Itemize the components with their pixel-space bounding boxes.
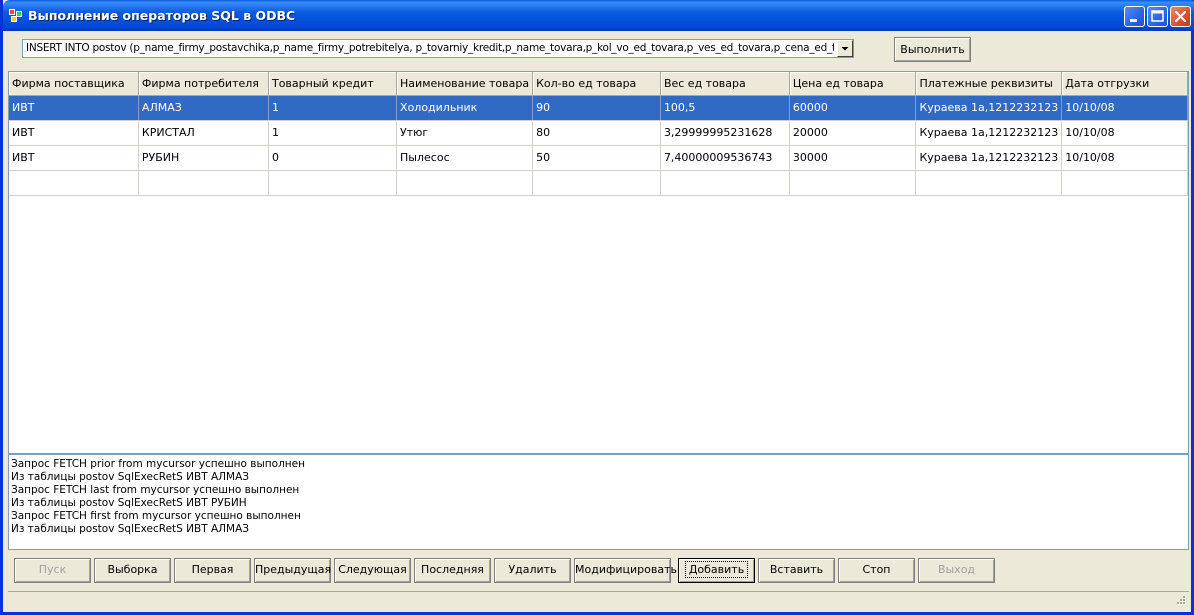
table-cell[interactable]: Кураева 1а,1212232123 — [915, 120, 1063, 146]
table-cell[interactable]: 10/10/08 — [1061, 95, 1188, 121]
previous-button[interactable]: Предыдущая — [254, 558, 331, 583]
table-cell[interactable]: Кураева 1а,1212232123 — [915, 145, 1063, 171]
app-icon[interactable] — [9, 9, 23, 23]
table-cell[interactable]: 10/10/08 — [1061, 120, 1188, 146]
last-button[interactable]: Последняя — [414, 558, 491, 583]
table-cell[interactable]: 100,5 — [660, 95, 790, 121]
table-cell[interactable] — [660, 170, 790, 196]
table-cell[interactable]: Утюг — [396, 120, 534, 146]
data-table: Фирма поставщика Фирма потребителя Товар… — [9, 72, 1188, 196]
first-button[interactable]: Первая — [174, 558, 251, 583]
table-cell[interactable]: 80 — [532, 120, 661, 146]
exit-button[interactable]: Выход — [918, 558, 995, 583]
stop-button[interactable]: Стоп — [838, 558, 915, 583]
execute-button[interactable]: Выполнить — [894, 37, 971, 62]
table-row-empty[interactable] — [9, 170, 1188, 196]
table-cell[interactable]: АЛМАЗ — [138, 95, 269, 121]
sql-query-combobox[interactable]: INSERT INTO postov (p_name_firmy_postavc… — [22, 39, 854, 58]
status-bar — [8, 591, 1189, 609]
table-cell[interactable] — [268, 170, 398, 196]
column-header[interactable]: Дата отгрузки — [1061, 72, 1188, 96]
table-cell[interactable]: Холодильник — [396, 95, 534, 121]
column-header[interactable]: Фирма потребителя — [138, 72, 269, 96]
log-line: Из таблицы postov SqlExecRetS ИВТ РУБИН — [11, 497, 247, 509]
table-cell[interactable] — [396, 170, 534, 196]
insert-button[interactable]: Вставить — [758, 558, 835, 583]
table-cell[interactable]: 3,29999995231628 — [660, 120, 790, 146]
table-header-row: Фирма поставщика Фирма потребителя Товар… — [9, 72, 1188, 96]
table-cell[interactable]: Кураева 1а,1212232123 — [915, 95, 1063, 121]
table-cell[interactable] — [138, 170, 269, 196]
table-cell[interactable]: КРИСТАЛ — [138, 120, 269, 146]
select-button[interactable]: Выборка — [94, 558, 171, 583]
log-line: Запрос FETCH last from mycursor успешно … — [11, 484, 300, 496]
table-cell[interactable] — [1061, 170, 1188, 196]
table-cell[interactable]: 50 — [532, 145, 661, 171]
window-title: Выполнение операторов SQL в ODBC — [28, 8, 296, 23]
maximize-icon — [1151, 10, 1164, 22]
table-cell[interactable]: ИВТ — [9, 120, 139, 146]
minimize-button[interactable] — [1124, 6, 1145, 27]
table-row[interactable]: ИВТ РУБИН 0 Пылесос 50 7,40000009536743 … — [9, 145, 1188, 171]
table-cell[interactable]: ИВТ — [9, 95, 139, 121]
table-row[interactable]: ИВТ КРИСТАЛ 1 Утюг 80 3,29999995231628 2… — [9, 120, 1188, 146]
log-line: Запрос FETCH prior from mycursor успешно… — [11, 458, 305, 470]
close-button[interactable] — [1170, 6, 1191, 27]
maximize-button[interactable] — [1147, 6, 1168, 27]
title-bar[interactable]: Выполнение операторов SQL в ODBC — [3, 0, 1194, 31]
table-cell[interactable]: 10/10/08 — [1061, 145, 1188, 171]
add-button[interactable]: Добавить — [678, 558, 755, 583]
log-line: Из таблицы postov SqlExecRetS ИВТ АЛМАЗ — [11, 471, 250, 483]
chevron-down-icon — [841, 47, 849, 51]
table-cell[interactable]: Пылесос — [396, 145, 534, 171]
table-cell[interactable]: РУБИН — [138, 145, 269, 171]
log-line: Из таблицы postov SqlExecRetS ИВТ АЛМАЗ — [11, 523, 250, 535]
table-row[interactable]: ИВТ АЛМАЗ 1 Холодильник 90 100,5 60000 К… — [9, 95, 1188, 121]
minimize-icon — [1130, 19, 1137, 22]
main-window: Выполнение операторов SQL в ODBC INSERT … — [0, 0, 1194, 615]
column-header[interactable]: Наименование товара — [396, 72, 534, 96]
column-header[interactable]: Товарный кредит — [268, 72, 398, 96]
table-cell[interactable]: 90 — [532, 95, 661, 121]
table-cell[interactable]: 60000 — [789, 95, 917, 121]
sql-query-value[interactable]: INSERT INTO postov (p_name_firmy_postavc… — [26, 42, 834, 54]
sql-dropdown-button[interactable] — [837, 40, 853, 57]
log-line: Запрос FETCH first from mycursor успешно… — [11, 510, 301, 522]
column-header[interactable]: Вес ед товара — [660, 72, 790, 96]
log-output[interactable]: Запрос FETCH prior from mycursor успешно… — [8, 454, 1189, 550]
table-cell[interactable] — [532, 170, 661, 196]
table-cell[interactable] — [915, 170, 1063, 196]
close-icon — [1174, 10, 1187, 23]
column-header[interactable]: Платежные реквизиты — [915, 72, 1063, 96]
table-cell[interactable]: 30000 — [789, 145, 917, 171]
table-cell[interactable] — [789, 170, 917, 196]
table-cell[interactable]: 1 — [268, 120, 398, 146]
column-header[interactable]: Кол-во ед товара — [532, 72, 661, 96]
table-cell[interactable] — [9, 170, 139, 196]
column-header[interactable]: Цена ед товара — [789, 72, 917, 96]
table-cell[interactable]: 20000 — [789, 120, 917, 146]
table-cell[interactable]: 0 — [268, 145, 398, 171]
resize-grip-icon[interactable] — [1175, 596, 1187, 608]
delete-button[interactable]: Удалить — [494, 558, 571, 583]
next-button[interactable]: Следующая — [334, 558, 411, 583]
table-cell[interactable]: ИВТ — [9, 145, 139, 171]
modify-button[interactable]: Модифицировать — [574, 558, 677, 583]
data-grid[interactable]: Фирма поставщика Фирма потребителя Товар… — [8, 71, 1189, 454]
column-header[interactable]: Фирма поставщика — [9, 72, 139, 96]
table-cell[interactable]: 1 — [268, 95, 398, 121]
start-button[interactable]: Пуск — [14, 558, 91, 583]
table-cell[interactable]: 7,40000009536743 — [660, 145, 790, 171]
